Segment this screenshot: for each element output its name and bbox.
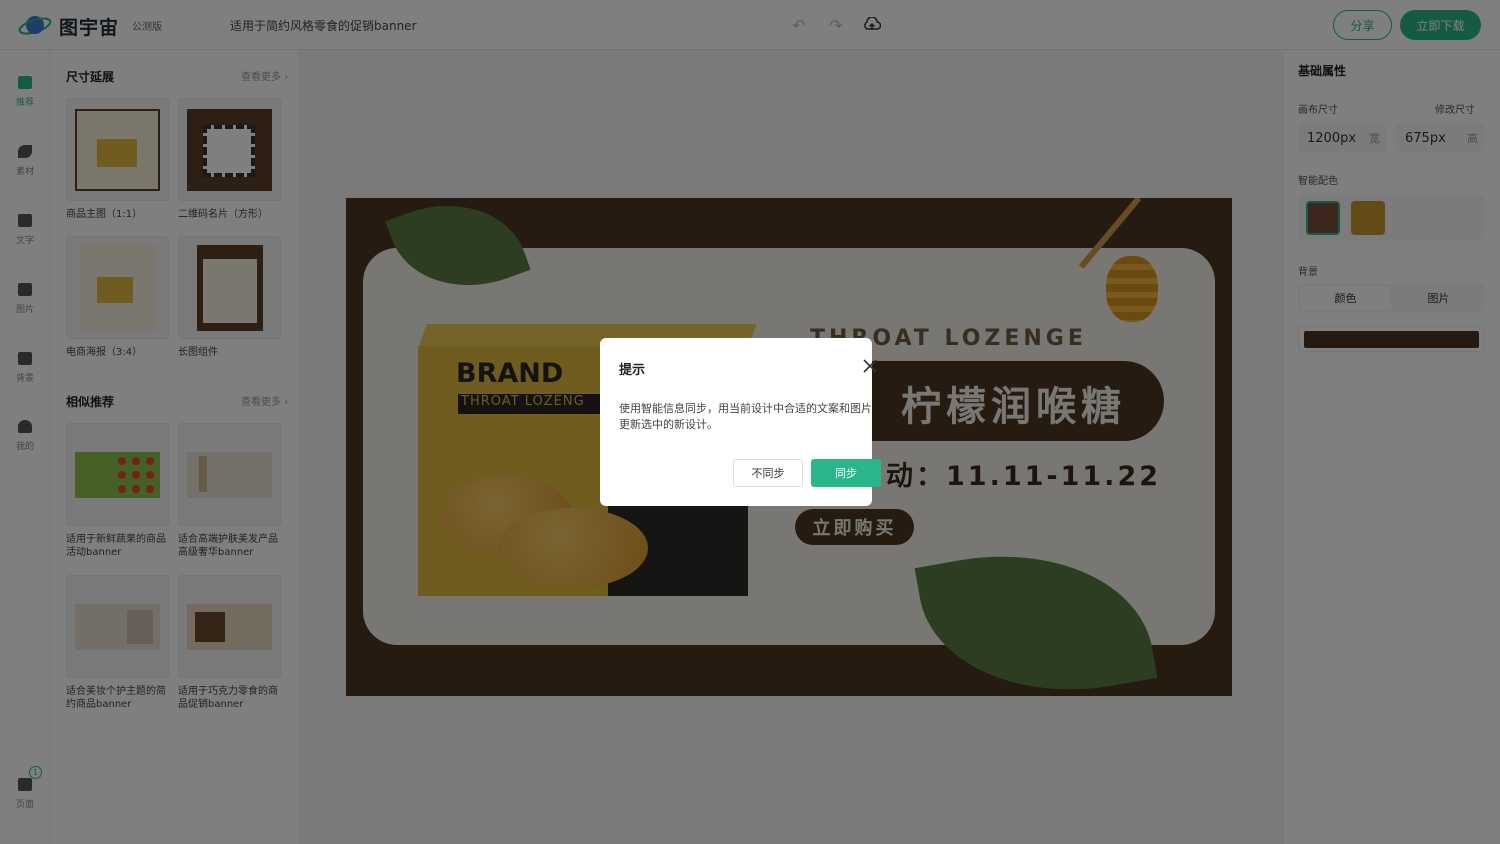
sync-dialog: 提示 使用智能信息同步，用当前设计中合适的文案和图片更新选中的新设计。 不同步 … [600, 338, 881, 506]
dialog-message: 使用智能信息同步，用当前设计中合适的文案和图片更新选中的新设计。 [619, 402, 872, 431]
sync-button[interactable]: 同步 [811, 459, 881, 487]
dialog-title: 提示 [619, 363, 646, 378]
close-icon[interactable] [862, 358, 878, 374]
no-sync-button[interactable]: 不同步 [733, 459, 803, 487]
